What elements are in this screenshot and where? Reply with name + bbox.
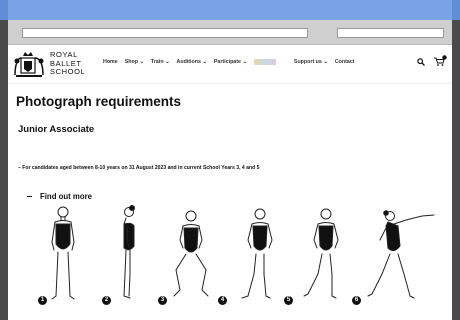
pose-number-3: 3 xyxy=(158,296,167,305)
search-icon[interactable] xyxy=(417,58,425,66)
pose-figure-2 xyxy=(123,205,135,299)
pose-number-5: 5 xyxy=(284,296,293,305)
eligibility-note: – For candidates aged between 8-10 years… xyxy=(18,165,260,171)
section-heading: Junior Associate xyxy=(18,124,95,135)
page-title: Photograph requirements xyxy=(16,94,182,109)
browser-window: ROYAL BALLET SCHOOL Home Shop ⌄ Train ⌄ … xyxy=(8,20,452,320)
menu-item-train[interactable]: Train ⌄ xyxy=(151,59,170,65)
chevron-down-icon: ⌄ xyxy=(165,59,170,65)
menu-item-contact[interactable]: Contact xyxy=(335,59,355,65)
pose-figure-1 xyxy=(51,206,75,300)
menu-item-shop[interactable]: Shop ⌄ xyxy=(125,59,144,65)
chevron-down-icon: ⌄ xyxy=(242,59,247,65)
pose-figure-4 xyxy=(241,208,273,299)
pose-number-2: 2 xyxy=(102,296,111,305)
chevron-down-icon: ⌄ xyxy=(202,59,207,65)
menu-label: Train xyxy=(150,59,164,65)
browser-titlebar xyxy=(0,0,460,20)
chevron-down-icon: ⌄ xyxy=(323,59,328,65)
browser-toolbar xyxy=(8,20,452,45)
address-bar[interactable] xyxy=(22,28,308,38)
pose-figure-6 xyxy=(367,210,435,299)
logo-line-3: SCHOOL xyxy=(50,67,86,76)
menu-item-auditions[interactable]: Auditions ⌄ xyxy=(177,59,207,65)
menu-item-participate[interactable]: Participate ⌄ xyxy=(214,59,247,65)
pose-figure-3 xyxy=(173,210,209,297)
pose-figure-5 xyxy=(303,208,339,299)
search-bar[interactable] xyxy=(337,28,444,38)
logo-text: ROYAL BALLET SCHOOL xyxy=(50,50,86,77)
menu-item-blurred[interactable] xyxy=(253,59,276,65)
find-out-more-label: Find out more xyxy=(40,192,92,201)
cart-icon[interactable] xyxy=(433,55,447,67)
menu-item-support-us[interactable]: Support us ⌄ xyxy=(294,59,328,65)
main-menu: Home Shop ⌄ Train ⌄ Auditions ⌄ Particip… xyxy=(103,59,362,65)
site-header: ROYAL BALLET SCHOOL Home Shop ⌄ Train ⌄ … xyxy=(8,45,452,84)
menu-item-home[interactable]: Home xyxy=(103,59,118,65)
site-logo[interactable]: ROYAL BALLET SCHOOL xyxy=(12,49,102,79)
menu-label: Auditions xyxy=(176,59,201,65)
chevron-down-icon: ⌄ xyxy=(139,59,144,65)
find-out-more-link[interactable]: Find out more xyxy=(27,192,92,201)
pose-number-1: 1 xyxy=(38,296,47,305)
menu-label: Participate xyxy=(213,59,241,65)
pose-number-6: 6 xyxy=(352,296,361,305)
menu-label: Shop xyxy=(124,59,138,65)
crest-icon xyxy=(14,52,44,77)
menu-label: Support us xyxy=(293,59,322,65)
pose-number-4: 4 xyxy=(218,296,227,305)
pose-illustrations xyxy=(51,205,435,300)
